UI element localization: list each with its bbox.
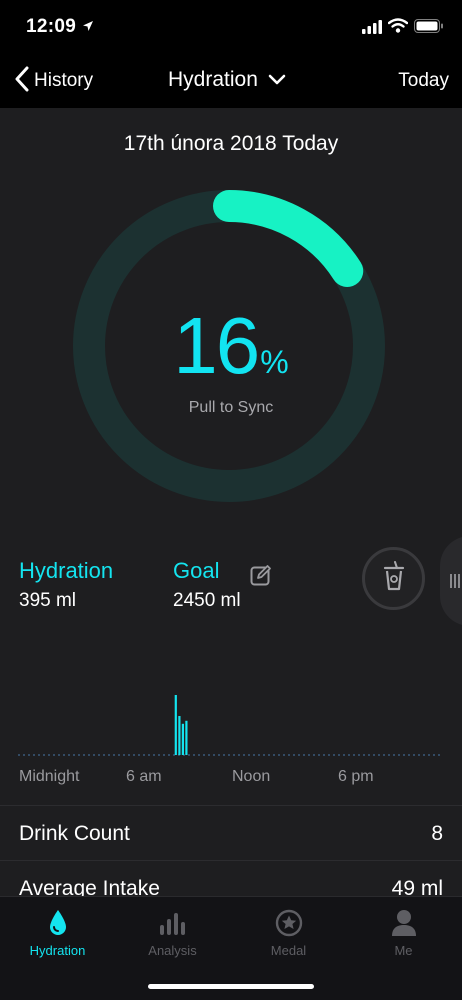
hourly-intake-chart bbox=[18, 695, 443, 756]
medal-icon bbox=[231, 907, 346, 939]
drop-icon bbox=[0, 907, 115, 939]
tab-hydration[interactable]: Hydration bbox=[0, 907, 115, 958]
date-label: 17th února 2018 Today bbox=[123, 132, 339, 155]
location-arrow-icon bbox=[82, 19, 94, 37]
x-tick-label: 6 pm bbox=[338, 768, 374, 785]
add-drink-button[interactable] bbox=[362, 547, 425, 610]
chart-bar bbox=[174, 695, 177, 755]
percent-value: 16 bbox=[173, 301, 260, 390]
navigation-bar: History Hydration Today bbox=[0, 52, 462, 108]
home-indicator bbox=[148, 984, 314, 989]
row-value: 8 bbox=[431, 822, 443, 845]
main-content: 17th února 2018 Today 16% Pull to Sync H… bbox=[0, 108, 462, 900]
hydration-stat: Hydration 395 ml bbox=[19, 558, 113, 612]
edit-goal-icon[interactable] bbox=[250, 564, 272, 591]
side-drawer-handle[interactable] bbox=[440, 536, 462, 626]
tab-medal[interactable]: Medal bbox=[231, 907, 346, 958]
hydration-value: 395 ml bbox=[19, 590, 77, 611]
status-bar: 12:09 bbox=[0, 0, 462, 52]
chevron-down-icon bbox=[268, 68, 286, 92]
tab-label: Me bbox=[394, 943, 413, 958]
status-time: 12:09 bbox=[26, 16, 77, 37]
percent-unit: % bbox=[260, 344, 289, 380]
battery-icon bbox=[414, 19, 444, 38]
wifi-icon bbox=[387, 18, 409, 38]
hydration-label: Hydration bbox=[19, 558, 114, 583]
goal-label: Goal bbox=[173, 558, 220, 583]
pull-to-sync-hint: Pull to Sync bbox=[188, 399, 274, 416]
chart-bar bbox=[185, 720, 188, 755]
progress-percent: 16% bbox=[0, 300, 462, 392]
row-label: Drink Count bbox=[19, 822, 130, 845]
chart-bar bbox=[181, 723, 184, 755]
today-button[interactable]: Today bbox=[398, 70, 449, 92]
cellular-signal-icon bbox=[362, 20, 382, 39]
tab-me[interactable]: Me bbox=[346, 907, 461, 958]
goal-stat: Goal 2450 ml bbox=[173, 558, 241, 612]
drink-count-row: Drink Count 8 bbox=[0, 805, 462, 861]
page-title: Hydration bbox=[168, 68, 258, 91]
back-button[interactable]: History bbox=[14, 66, 93, 96]
cup-icon bbox=[383, 561, 405, 596]
x-tick-label: Noon bbox=[232, 768, 271, 785]
title-dropdown[interactable]: Hydration bbox=[168, 68, 286, 92]
bars-icon bbox=[115, 907, 230, 939]
x-tick-label: 6 am bbox=[126, 768, 162, 785]
back-label: History bbox=[34, 70, 94, 91]
person-icon bbox=[346, 907, 461, 939]
chevron-left-icon bbox=[14, 66, 30, 97]
tab-analysis[interactable]: Analysis bbox=[115, 907, 230, 958]
goal-value: 2450 ml bbox=[173, 590, 241, 611]
tab-label: Medal bbox=[270, 943, 307, 958]
x-tick-label: Midnight bbox=[19, 768, 80, 785]
grip-icon bbox=[450, 574, 460, 588]
tab-label: Analysis bbox=[148, 943, 197, 958]
chart-bar bbox=[178, 716, 181, 755]
tab-label: Hydration bbox=[29, 943, 86, 958]
